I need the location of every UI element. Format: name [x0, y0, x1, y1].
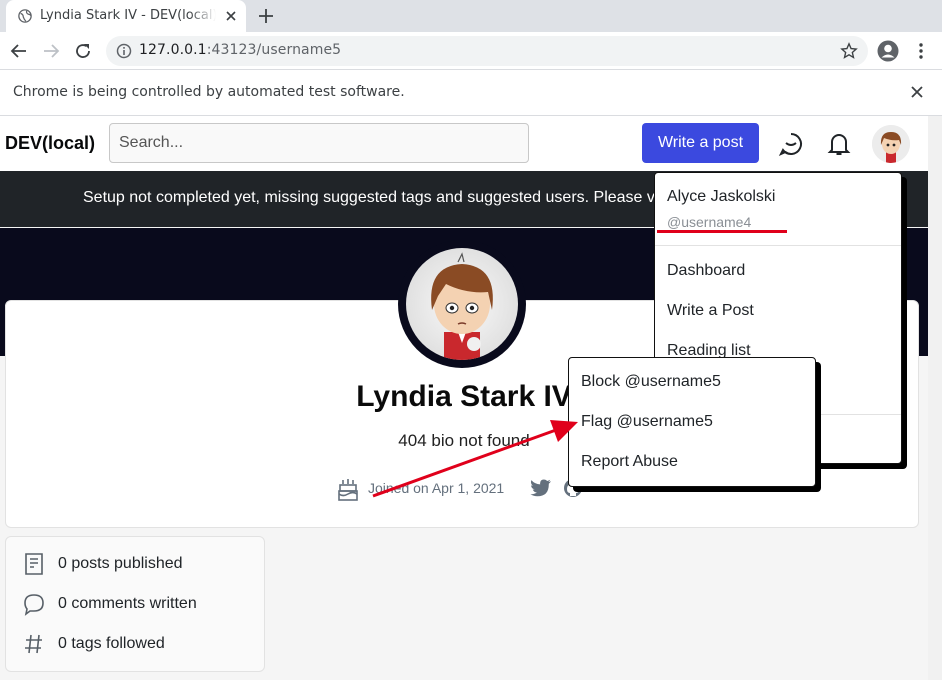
menu-item-write-post[interactable]: Write a Post — [667, 302, 754, 320]
page-content: DEV(local) Write a post Setup not comple… — [0, 116, 928, 680]
infobar-message: Chrome is being controlled by automated … — [13, 84, 405, 100]
site-logo[interactable]: DEV(local) — [5, 133, 95, 154]
profile-actions-menu: Block @username5 Flag @username5 Report … — [568, 357, 816, 487]
write-post-button[interactable]: Write a post — [642, 123, 759, 163]
menu-user-name[interactable]: Alyce Jaskolski — [667, 188, 775, 206]
back-icon[interactable] — [9, 41, 29, 61]
hashtag-icon — [25, 634, 42, 654]
forward-icon[interactable] — [41, 41, 61, 61]
url-text: 127.0.0.1:43123/username5 — [139, 42, 342, 58]
address-bar[interactable]: 127.0.0.1:43123/username5 — [106, 36, 868, 66]
profile-icon[interactable] — [877, 40, 899, 62]
report-abuse-item[interactable]: Report Abuse — [581, 453, 678, 471]
avatar-image — [431, 252, 493, 360]
flag-user-item[interactable]: Flag @username5 — [581, 413, 713, 431]
info-icon[interactable] — [116, 43, 132, 59]
automation-infobar: Chrome is being controlled by automated … — [0, 70, 942, 116]
tab-strip: Lyndia Stark IV - DEV(local) — [0, 0, 942, 32]
user-avatar-button[interactable] — [872, 125, 910, 163]
close-infobar-icon[interactable] — [909, 84, 925, 100]
page-scrollbar[interactable] — [928, 116, 942, 680]
profile-avatar — [398, 240, 526, 368]
comment-icon — [24, 594, 44, 616]
banner-text: Setup not completed yet, missing suggest… — [83, 189, 655, 206]
tab-title: Lyndia Stark IV - DEV(local) — [40, 8, 216, 23]
browser-tab[interactable]: Lyndia Stark IV - DEV(local) — [6, 0, 246, 32]
annotation-underline — [657, 230, 787, 233]
joined-date: Joined on Apr 1, 2021 — [368, 480, 505, 496]
kebab-menu-icon[interactable] — [911, 41, 931, 61]
reload-icon[interactable] — [73, 41, 93, 61]
menu-divider — [655, 245, 901, 246]
notification-bell-icon[interactable] — [826, 131, 852, 157]
block-user-item[interactable]: Block @username5 — [581, 373, 721, 391]
site-header: DEV(local) Write a post — [0, 116, 928, 171]
close-tab-icon[interactable] — [222, 7, 240, 25]
twitter-icon[interactable] — [530, 478, 552, 498]
globe-icon — [18, 9, 32, 23]
cake-icon — [338, 479, 358, 501]
profile-stats: 0 posts published 0 comments written 0 t… — [5, 536, 265, 672]
new-tab-icon[interactable] — [256, 6, 276, 26]
post-icon — [25, 553, 43, 575]
search-input[interactable] — [109, 123, 529, 163]
bookmark-star-icon[interactable] — [840, 42, 858, 60]
avatar-image — [872, 125, 910, 163]
menu-item-dashboard[interactable]: Dashboard — [667, 262, 745, 280]
browser-toolbar: 127.0.0.1:43123/username5 — [0, 32, 942, 70]
menu-user-handle[interactable]: @username4 — [667, 214, 751, 230]
connect-chat-icon[interactable] — [778, 131, 804, 157]
